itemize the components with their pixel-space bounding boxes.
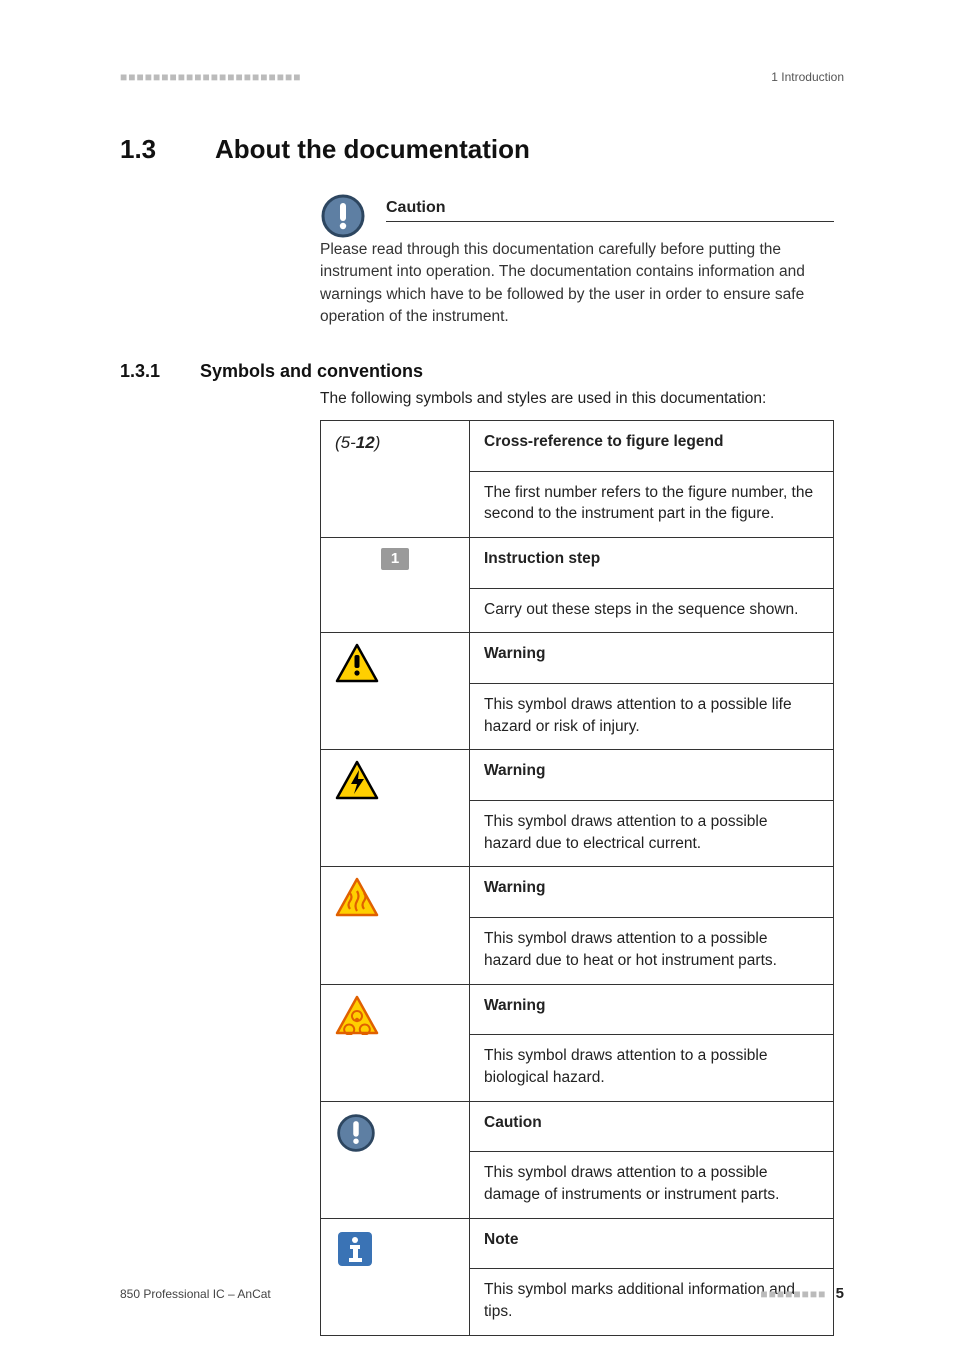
table-row: Warning — [321, 750, 834, 801]
warning-bio-title: Warning — [470, 984, 834, 1035]
caution-callout: Caution Please read through this documen… — [320, 193, 834, 329]
warning-life-desc: This symbol draws attention to a possibl… — [470, 684, 834, 750]
warning-life-title: Warning — [470, 633, 834, 684]
note-title: Note — [470, 1218, 834, 1269]
table-row: 1 Instruction step — [321, 537, 834, 588]
step-title: Instruction step — [470, 537, 834, 588]
chapter-label: 1 Introduction — [771, 70, 844, 84]
section-number: 1.3 — [120, 134, 215, 165]
warning-electric-title: Warning — [470, 750, 834, 801]
step-desc: Carry out these steps in the sequence sh… — [470, 588, 834, 633]
note-desc: This symbol marks additional information… — [470, 1269, 834, 1335]
subsection-intro: The following symbols and styles are use… — [320, 390, 834, 408]
page-footer: 850 Professional IC – AnCat ■■■■■■■■ 5 — [120, 1285, 844, 1302]
table-row: Warning — [321, 867, 834, 918]
note-icon — [321, 1218, 470, 1335]
caution-icon — [320, 193, 366, 239]
warning-electric-icon — [321, 750, 470, 867]
warning-bio-desc: This symbol draws attention to a possibl… — [470, 1035, 834, 1101]
caution-row-title: Caution — [470, 1101, 834, 1152]
subsection-title: Symbols and conventions — [200, 361, 423, 381]
caution-text: Please read through this documentation c… — [320, 239, 834, 329]
footer-dashes: ■■■■■■■■ — [760, 1287, 826, 1301]
warning-heat-title: Warning — [470, 867, 834, 918]
crossref-title: Cross-reference to figure legend — [470, 420, 834, 471]
header-dashes: ■■■■■■■■■■■■■■■■■■■■■■ — [120, 70, 301, 84]
subsection-heading: 1.3.1Symbols and conventions — [120, 361, 844, 382]
page-number: 5 — [836, 1285, 844, 1302]
caution-row-desc: This symbol draws attention to a possibl… — [470, 1152, 834, 1218]
warning-electric-desc: This symbol draws attention to a possibl… — [470, 801, 834, 867]
warning-heat-desc: This symbol draws attention to a possibl… — [470, 918, 834, 984]
table-row: (5-12) Cross-reference to figure legend — [321, 420, 834, 471]
caution-title: Caution — [386, 199, 834, 222]
subsection-number: 1.3.1 — [120, 361, 200, 382]
crossref-symbol: (5-12) — [321, 420, 470, 537]
table-row: Warning — [321, 984, 834, 1035]
table-row: Note — [321, 1218, 834, 1269]
section-heading: 1.3About the documentation — [120, 134, 844, 165]
step-symbol: 1 — [321, 537, 470, 632]
caution-row-icon — [321, 1101, 470, 1218]
footer-product: 850 Professional IC – AnCat — [120, 1287, 271, 1301]
table-row: Warning — [321, 633, 834, 684]
warning-life-icon — [321, 633, 470, 750]
warning-heat-icon — [321, 867, 470, 984]
section-title: About the documentation — [215, 134, 530, 164]
warning-bio-icon — [321, 984, 470, 1101]
symbols-table: (5-12) Cross-reference to figure legend … — [320, 420, 834, 1336]
page-header: ■■■■■■■■■■■■■■■■■■■■■■ 1 Introduction — [120, 70, 844, 84]
crossref-desc: The first number refers to the figure nu… — [470, 471, 834, 537]
table-row: Caution — [321, 1101, 834, 1152]
